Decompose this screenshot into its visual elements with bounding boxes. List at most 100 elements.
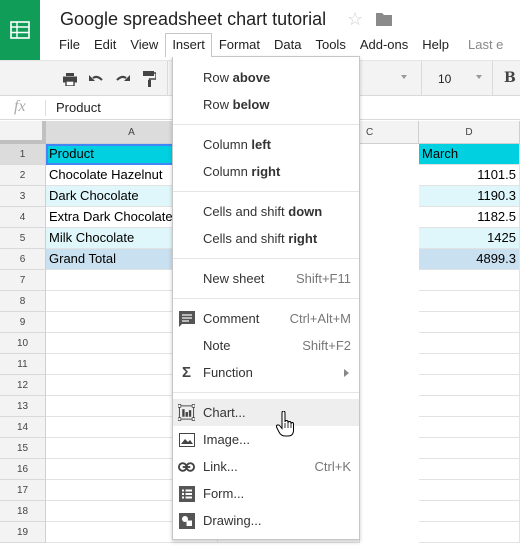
grid-cell[interactable]: [419, 480, 520, 501]
grid-cell[interactable]: [419, 417, 520, 438]
row-header[interactable]: 19: [0, 522, 46, 543]
font-size-caret-icon[interactable]: [476, 75, 482, 79]
menu-item-label: Chart...: [203, 405, 246, 420]
row-header[interactable]: 14: [0, 417, 46, 438]
insert-menu-item-new-sheet[interactable]: New sheet Shift+F11: [173, 265, 359, 292]
bold-button[interactable]: B: [504, 70, 516, 86]
menu-item-label-emphasis: below: [232, 97, 270, 112]
image-icon: [178, 431, 195, 448]
menu-item-shortcut: Ctrl+K: [314, 459, 351, 474]
insert-menu-item-row-below[interactable]: Row below: [173, 91, 359, 118]
grid-cell[interactable]: [419, 312, 520, 333]
menu-tools[interactable]: Tools: [308, 33, 352, 57]
insert-menu-item-cells-and-shift-right[interactable]: Cells and shift right: [173, 225, 359, 252]
grid-cell[interactable]: 1190.3: [419, 186, 520, 207]
menu-item-label: Comment: [203, 311, 259, 326]
insert-menu-item-comment[interactable]: Comment Ctrl+Alt+M: [173, 305, 359, 332]
menu-view[interactable]: View: [123, 33, 165, 57]
grid-cell[interactable]: 1101.5: [419, 165, 520, 186]
grid-cell[interactable]: [419, 354, 520, 375]
menu-data[interactable]: Data: [267, 33, 308, 57]
insert-menu-item-image[interactable]: Image...: [173, 426, 359, 453]
fx-icon: fx: [14, 98, 26, 115]
menu-item-label-emphasis: down: [288, 204, 323, 219]
menu-file[interactable]: File: [52, 33, 87, 57]
row-header[interactable]: 11: [0, 354, 46, 375]
grid-cell[interactable]: 1182.5: [419, 207, 520, 228]
insert-menu-item-column-right[interactable]: Column right: [173, 158, 359, 185]
menu-separator: [173, 191, 359, 192]
menu-item-label-text: Form...: [203, 486, 245, 501]
insert-menu-item-note[interactable]: Note Shift+F2: [173, 332, 359, 359]
column-header-d[interactable]: D: [419, 121, 520, 144]
grid-cell[interactable]: [419, 501, 520, 522]
grid-cell[interactable]: [419, 270, 520, 291]
row-header[interactable]: 5: [0, 228, 46, 249]
document-title[interactable]: Google spreadsheet chart tutorial: [60, 9, 326, 30]
menu-item-label-text: Cells and shift: [203, 231, 289, 246]
font-size-select[interactable]: 10: [438, 72, 451, 86]
insert-menu-item-row-above[interactable]: Row above: [173, 64, 359, 91]
insert-menu-item-form[interactable]: Form...: [173, 480, 359, 507]
row-header[interactable]: 17: [0, 480, 46, 501]
row-header[interactable]: 18: [0, 501, 46, 522]
print-icon: [63, 72, 77, 86]
formula-input[interactable]: Product: [56, 100, 101, 115]
row-header[interactable]: 2: [0, 165, 46, 186]
menu-item-label-text: Image...: [203, 432, 250, 447]
row-header[interactable]: 16: [0, 459, 46, 480]
hand-cursor-icon: [276, 411, 294, 437]
menu-item-label: Form...: [203, 486, 244, 501]
menu-format[interactable]: Format: [212, 33, 267, 57]
grid-cell[interactable]: 4899.3: [419, 249, 520, 270]
grid-cell[interactable]: [419, 396, 520, 417]
insert-menu-item-chart[interactable]: Chart...: [173, 399, 359, 426]
row-header[interactable]: 4: [0, 207, 46, 228]
row-header[interactable]: 8: [0, 291, 46, 312]
insert-menu-item-column-left[interactable]: Column left: [173, 131, 359, 158]
row-header[interactable]: 13: [0, 396, 46, 417]
insert-menu-item-cells-and-shift-down[interactable]: Cells and shift down: [173, 198, 359, 225]
font-family-caret-icon[interactable]: [401, 75, 407, 79]
last-edit-link[interactable]: Last e: [456, 33, 510, 57]
row-header[interactable]: 3: [0, 186, 46, 207]
row-header[interactable]: 6: [0, 249, 46, 270]
menu-item-label: Cells and shift right: [203, 231, 317, 246]
grid-cell[interactable]: 1425: [419, 228, 520, 249]
redo-button[interactable]: [113, 70, 131, 88]
row-header[interactable]: 10: [0, 333, 46, 354]
menu-item-label-text: Drawing...: [203, 513, 262, 528]
sheets-logo[interactable]: [0, 0, 40, 60]
menu-separator: [173, 298, 359, 299]
insert-menu-item-function[interactable]: Σ Function: [173, 359, 359, 386]
select-all-corner[interactable]: [0, 121, 46, 144]
grid-cell[interactable]: [419, 291, 520, 312]
menu-addons[interactable]: Add-ons: [353, 33, 415, 57]
grid-cell[interactable]: [419, 333, 520, 354]
undo-button[interactable]: [87, 70, 105, 88]
grid-cell[interactable]: March: [419, 144, 520, 165]
row-header[interactable]: 1: [0, 144, 46, 165]
star-icon[interactable]: ☆: [347, 9, 363, 29]
row-header[interactable]: 12: [0, 375, 46, 396]
grid-cell[interactable]: [419, 522, 520, 543]
menu-item-label-emphasis: right: [251, 164, 281, 179]
grid-cell[interactable]: [419, 459, 520, 480]
menu-edit[interactable]: Edit: [87, 33, 123, 57]
menu-insert[interactable]: Insert: [165, 33, 212, 57]
menu-help[interactable]: Help: [415, 33, 456, 57]
insert-menu-item-link[interactable]: Link... Ctrl+K: [173, 453, 359, 480]
menu-item-label-text: Column: [203, 164, 252, 179]
insert-menu-item-drawing[interactable]: Drawing...: [173, 507, 359, 534]
paint-format-button[interactable]: [140, 70, 158, 88]
grid-cell[interactable]: [419, 375, 520, 396]
menu-item-label-text: Link...: [203, 459, 238, 474]
insert-menu-dropdown: Row above Row below Column left Column righ…: [172, 56, 360, 540]
row-header[interactable]: 15: [0, 438, 46, 459]
row-header[interactable]: 9: [0, 312, 46, 333]
grid-cell[interactable]: [419, 438, 520, 459]
column-header-c[interactable]: C: [360, 121, 419, 144]
folder-icon[interactable]: [376, 12, 392, 26]
print-button[interactable]: [61, 70, 79, 88]
row-header[interactable]: 7: [0, 270, 46, 291]
